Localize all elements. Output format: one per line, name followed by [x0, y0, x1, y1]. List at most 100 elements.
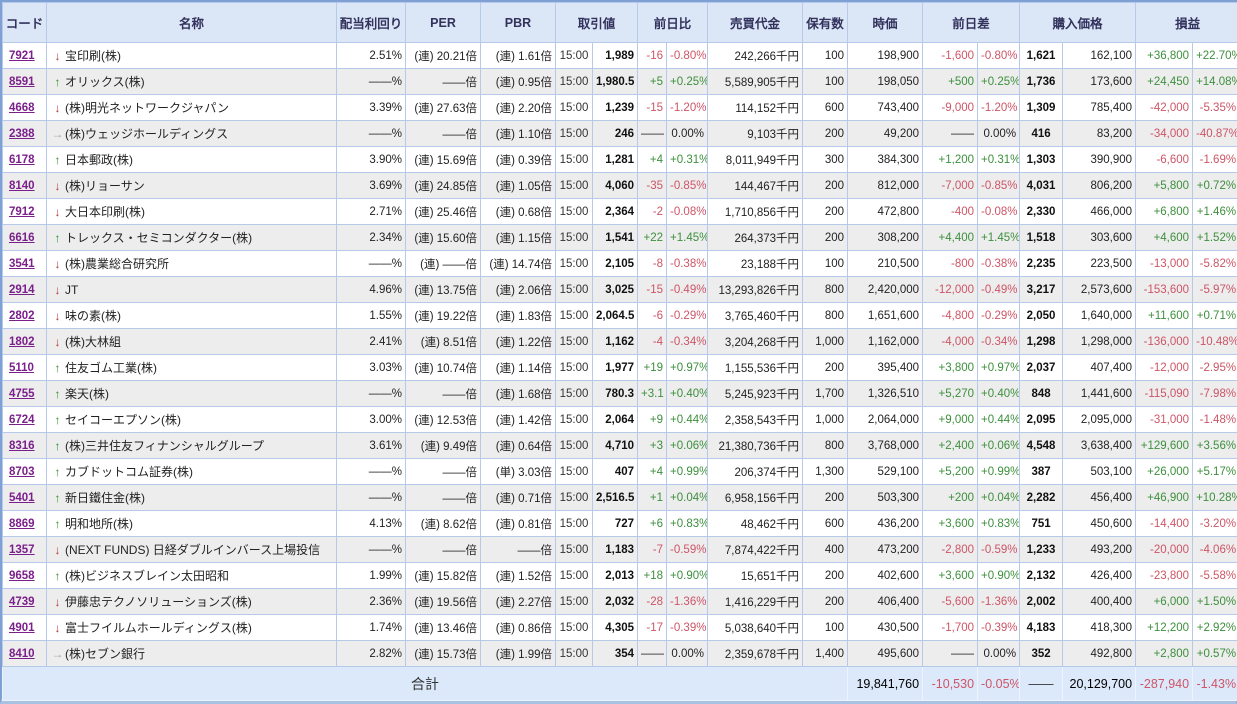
- stock-code-cell: 7912: [3, 199, 47, 225]
- stock-code-link[interactable]: 4739: [9, 596, 35, 608]
- market-value: 743,400: [848, 95, 923, 121]
- stock-code-link[interactable]: 2914: [9, 284, 35, 296]
- stock-code-link[interactable]: 8703: [9, 466, 35, 478]
- profit-loss-pct: -5.97%: [1193, 277, 1237, 303]
- stock-name-cell: ↓大日本印刷(株): [47, 199, 337, 225]
- stock-code-link[interactable]: 4668: [9, 102, 35, 114]
- per-value: (連) 15.69倍: [406, 147, 481, 173]
- stock-code-link[interactable]: 6724: [9, 414, 35, 426]
- day-diff: +2,400: [923, 433, 978, 459]
- profit-loss: +6,000: [1136, 589, 1193, 615]
- day-diff-pct: +0.25%: [978, 69, 1020, 95]
- total-label: 合計: [3, 667, 848, 701]
- stock-code-link[interactable]: 8591: [9, 76, 35, 88]
- day-change-pct: +0.97%: [667, 355, 708, 381]
- shares-held: 200: [803, 355, 848, 381]
- purchase-unit-price: 3,217: [1020, 277, 1063, 303]
- purchase-total: 1,298,000: [1063, 329, 1136, 355]
- trade-time: 15:00: [556, 381, 593, 407]
- day-change: ——: [638, 121, 667, 147]
- stock-code-cell: 4668: [3, 95, 47, 121]
- profit-loss-pct: -1.48%: [1193, 407, 1237, 433]
- pbr-value: (連) 1.10倍: [481, 121, 556, 147]
- purchase-total: 492,800: [1063, 641, 1136, 667]
- stock-name: 伊藤忠テクノソリューションズ(株): [65, 595, 252, 609]
- day-diff: +3,600: [923, 511, 978, 537]
- pbr-value: (連) 0.39倍: [481, 147, 556, 173]
- purchase-total: 493,200: [1063, 537, 1136, 563]
- day-diff-pct: -0.34%: [978, 329, 1020, 355]
- dividend-yield: 1.55%: [337, 303, 406, 329]
- stock-code-cell: 8316: [3, 433, 47, 459]
- day-change-pct: +0.31%: [667, 147, 708, 173]
- dividend-yield: 2.36%: [337, 589, 406, 615]
- stock-code-link[interactable]: 5401: [9, 492, 35, 504]
- table-row: 8316 ↑(株)三井住友フィナンシャルグループ 3.61% (連) 9.49倍…: [3, 433, 1237, 459]
- table-row: 9658 ↑(株)ビジネスブレイン太田昭和 1.99% (連) 15.82倍 (…: [3, 563, 1237, 589]
- trend-down-icon: ↓: [50, 283, 65, 297]
- profit-loss-pct: +22.70%: [1193, 43, 1237, 69]
- trend-up-icon: ↑: [50, 439, 65, 453]
- profit-loss: -20,000: [1136, 537, 1193, 563]
- stock-name: (株)セブン銀行: [65, 647, 145, 661]
- col-header-code: コード: [3, 3, 47, 43]
- trade-price: 4,305: [593, 615, 638, 641]
- profit-loss-pct: +1.50%: [1193, 589, 1237, 615]
- table-row: 3541 ↓(株)農業総合研究所 ——% (連) ——倍 (連) 14.74倍 …: [3, 251, 1237, 277]
- stock-code-link[interactable]: 4755: [9, 388, 35, 400]
- stock-code-cell: 8410: [3, 641, 47, 667]
- trading-volume: 2,359,678千円: [708, 641, 803, 667]
- trade-price: 1,977: [593, 355, 638, 381]
- total-day-diff: -10,530: [923, 667, 978, 701]
- day-change-pct: -0.08%: [667, 199, 708, 225]
- stock-code-link[interactable]: 8410: [9, 648, 35, 660]
- purchase-unit-price: 4,031: [1020, 173, 1063, 199]
- shares-held: 200: [803, 589, 848, 615]
- trading-volume: 264,373千円: [708, 225, 803, 251]
- stock-code-link[interactable]: 7912: [9, 206, 35, 218]
- stock-code-link[interactable]: 3541: [9, 258, 35, 270]
- stock-code-link[interactable]: 2388: [9, 128, 35, 140]
- trend-down-icon: ↓: [50, 49, 65, 63]
- stock-code-link[interactable]: 8869: [9, 518, 35, 530]
- shares-held: 400: [803, 537, 848, 563]
- stock-code-cell: 8591: [3, 69, 47, 95]
- stock-code-link[interactable]: 5110: [9, 362, 34, 374]
- profit-loss-pct: -3.20%: [1193, 511, 1237, 537]
- profit-loss: +6,800: [1136, 199, 1193, 225]
- trend-up-icon: ↑: [50, 361, 65, 375]
- day-diff-pct: +0.40%: [978, 381, 1020, 407]
- profit-loss: -153,600: [1136, 277, 1193, 303]
- per-value: (連) 15.82倍: [406, 563, 481, 589]
- stock-code-link[interactable]: 1802: [9, 336, 35, 348]
- header-row: コード 名称 配当利回り PER PBR 取引値 前日比 売買代金 保有数 時価…: [3, 3, 1237, 43]
- trade-price: 1,989: [593, 43, 638, 69]
- shares-held: 800: [803, 277, 848, 303]
- trade-price: 1,183: [593, 537, 638, 563]
- stock-code-link[interactable]: 2802: [9, 310, 35, 322]
- market-value: 472,800: [848, 199, 923, 225]
- purchase-total: 503,100: [1063, 459, 1136, 485]
- purchase-total: 407,400: [1063, 355, 1136, 381]
- day-change-pct: -0.49%: [667, 277, 708, 303]
- day-diff-pct: +0.83%: [978, 511, 1020, 537]
- stock-code-link[interactable]: 8140: [9, 180, 35, 192]
- pbr-value: (連) 1.14倍: [481, 355, 556, 381]
- stock-code-link[interactable]: 8316: [9, 440, 35, 452]
- purchase-unit-price: 387: [1020, 459, 1063, 485]
- col-header-day-diff: 前日差: [923, 3, 1020, 43]
- pbr-value: (連) 0.68倍: [481, 199, 556, 225]
- pbr-value: (単) 3.03倍: [481, 459, 556, 485]
- market-value: 503,300: [848, 485, 923, 511]
- stock-code-link[interactable]: 9658: [9, 570, 35, 582]
- stock-code-link[interactable]: 6178: [9, 154, 35, 166]
- stock-code-link[interactable]: 4901: [9, 622, 35, 634]
- day-change: -16: [638, 43, 667, 69]
- stock-code-cell: 6616: [3, 225, 47, 251]
- day-diff-pct: 0.00%: [978, 121, 1020, 147]
- stock-code-link[interactable]: 6616: [9, 232, 35, 244]
- stock-code-link[interactable]: 1357: [9, 544, 35, 556]
- shares-held: 100: [803, 43, 848, 69]
- dividend-yield: 3.39%: [337, 95, 406, 121]
- stock-code-link[interactable]: 7921: [9, 50, 35, 62]
